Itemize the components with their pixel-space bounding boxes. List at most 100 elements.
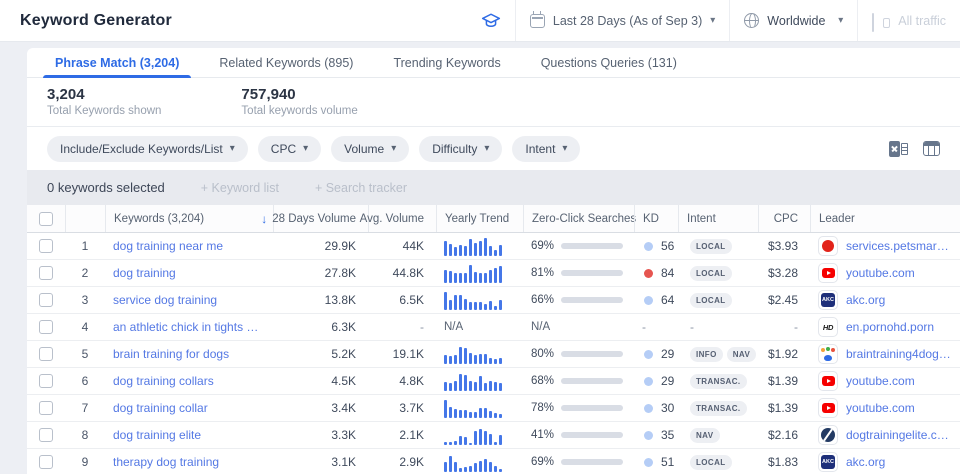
tab-3[interactable]: Trending Keywords — [373, 48, 520, 77]
row-select-cell — [27, 449, 65, 474]
filter-label: Difficulty — [432, 141, 478, 156]
kd-cell: 64 — [634, 287, 678, 313]
leader-link[interactable]: akc.org — [846, 293, 885, 307]
stat-label: Total keywords volume — [241, 105, 358, 117]
table-row: 5 brain training for dogs 5.2K 19.1K 80% 29 IN… — [27, 341, 960, 368]
intent-cell: LOCAL — [678, 449, 758, 474]
filter-include-exclude-keywords-list[interactable]: Include/Exclude Keywords/List ▾ — [47, 135, 248, 162]
table-columns-icon[interactable] — [923, 141, 940, 156]
leader-link[interactable]: services.petsmart… — [846, 239, 952, 253]
tab-4[interactable]: Questions Queries (131) — [521, 48, 697, 77]
row-checkbox[interactable] — [39, 266, 53, 280]
row-checkbox[interactable] — [39, 374, 53, 388]
zero-click-cell: 69% — [523, 449, 634, 474]
leader-link[interactable]: braintraining4dog… — [846, 347, 951, 361]
column-header-zero-click-searches[interactable]: Zero-Click Searches — [523, 205, 636, 232]
column-header-cpc[interactable]: CPC — [758, 205, 810, 232]
keyword-link[interactable]: therapy dog training — [113, 455, 219, 469]
kd-difficulty-dot — [644, 403, 653, 413]
table-toolbar — [889, 140, 940, 157]
academy-button[interactable] — [467, 0, 515, 41]
column-header-keywords-3-204-[interactable]: Keywords (3,204) — [105, 205, 273, 232]
page-title: Keyword Generator — [20, 11, 172, 29]
kd-difficulty-dot — [644, 376, 653, 386]
column-header-28-days-volume[interactable]: ↓ 28 Days Volume — [261, 205, 368, 232]
kd-cell: 56 — [634, 233, 678, 259]
kd-value: 35 — [661, 428, 675, 442]
globe-icon — [744, 13, 760, 28]
yearly-trend-cell — [436, 287, 523, 313]
filter-pills: Include/Exclude Keywords/List ▾ CPC ▾ Volume… — [47, 135, 581, 162]
intent-cell: TRANSAC. — [678, 368, 758, 394]
kd-value: 84 — [661, 266, 675, 280]
keyword-link[interactable]: dog training — [113, 266, 176, 280]
tab-1[interactable]: Phrase Match (3,204) — [35, 48, 199, 78]
kd-cell: 30 — [634, 395, 678, 421]
select-all-checkbox[interactable] — [39, 211, 53, 226]
intent-badge: NAV — [726, 346, 757, 362]
row-checkbox[interactable] — [39, 428, 53, 442]
filter-volume[interactable]: Volume ▾ — [331, 135, 410, 162]
traffic-type-selector: All traffic — [857, 0, 960, 41]
column-header-intent[interactable]: Intent — [678, 205, 758, 232]
keyword-cell: an athletic chick in tights got up d… — [105, 314, 273, 340]
zero-click-cell: 68% — [523, 368, 634, 394]
row-checkbox[interactable] — [39, 455, 53, 469]
zero-click-cell: 41% — [523, 422, 634, 448]
keyword-link[interactable]: dog training collar — [113, 401, 208, 415]
row-select-cell — [27, 395, 65, 421]
kd-value: 51 — [661, 455, 675, 469]
filter-intent[interactable]: Intent ▾ — [512, 135, 581, 162]
tab-2[interactable]: Related Keywords (895) — [199, 48, 373, 77]
row-number-header — [65, 205, 105, 232]
column-header-label: Avg. Volume — [359, 212, 424, 225]
keyword-cell: dog training — [105, 260, 273, 286]
column-header-label: Keywords (3,204) — [114, 212, 205, 225]
row-checkbox[interactable] — [39, 239, 53, 253]
zero-click-bar — [561, 405, 623, 411]
column-header-yearly-trend[interactable]: Yearly Trend — [436, 205, 523, 232]
keyword-link[interactable]: service dog training — [113, 293, 217, 307]
cpc-value: $3.28 — [767, 266, 798, 280]
leader-cell: HD en.pornohd.porn — [810, 314, 960, 340]
keyword-link[interactable]: brain training for dogs — [113, 347, 229, 361]
filter-difficulty[interactable]: Difficulty ▾ — [419, 135, 503, 162]
keyword-link[interactable]: an athletic chick in tights got up d… — [113, 320, 265, 334]
leader-link[interactable]: youtube.com — [846, 374, 915, 388]
leader-link[interactable]: en.pornohd.porn — [846, 320, 934, 334]
table-row: 7 dog training collar 3.4K 3.7K 78% 30 TRANSAC… — [27, 395, 960, 422]
filter-cpc[interactable]: CPC ▾ — [257, 135, 322, 162]
leader-link[interactable]: dogtrainingelite.c… — [846, 428, 949, 442]
column-header-kd[interactable]: KD — [634, 205, 678, 232]
column-header-avg-volume[interactable]: Avg. Volume — [360, 205, 436, 232]
region-selector[interactable]: Worldwide ▾ — [729, 0, 857, 41]
youtube-favicon-icon — [818, 398, 838, 418]
akc-favicon-icon: AKC — [818, 290, 838, 310]
intent-badge: INFO — [690, 346, 723, 362]
leader-link[interactable]: youtube.com — [846, 401, 915, 415]
yearly-trend-cell — [436, 368, 523, 394]
keyword-link[interactable]: dog training near me — [113, 239, 223, 253]
leader-link[interactable]: akc.org — [846, 455, 885, 469]
content-card: Phrase Match (3,204) Related Keywords (89… — [27, 48, 960, 474]
tab-bar: Phrase Match (3,204) Related Keywords (89… — [27, 48, 960, 78]
row-checkbox[interactable] — [39, 401, 53, 415]
zero-click-percent: 69% — [531, 240, 555, 252]
row-select-cell — [27, 368, 65, 394]
excel-export-icon[interactable] — [889, 140, 908, 157]
stat-2: 757,940 Total keywords volume — [241, 86, 357, 117]
row-checkbox[interactable] — [39, 320, 53, 334]
leader-link[interactable]: youtube.com — [846, 266, 915, 280]
select-all-header[interactable] — [27, 205, 65, 232]
column-header-label: Yearly Trend — [445, 212, 510, 225]
column-header-leader[interactable]: Leader — [810, 205, 960, 232]
row-checkbox[interactable] — [39, 347, 53, 361]
keyword-link[interactable]: dog training elite — [113, 428, 201, 442]
volume-28d-value: 27.8K — [324, 266, 356, 280]
zero-click-cell: 80% — [523, 341, 634, 367]
chevron-down-icon: ▾ — [484, 142, 490, 154]
keyword-link[interactable]: dog training collars — [113, 374, 214, 388]
intent-badge: TRANSAC. — [690, 400, 747, 416]
row-checkbox[interactable] — [39, 293, 53, 307]
date-range-selector[interactable]: Last 28 Days (As of Sep 3) ▾ — [514, 0, 729, 41]
